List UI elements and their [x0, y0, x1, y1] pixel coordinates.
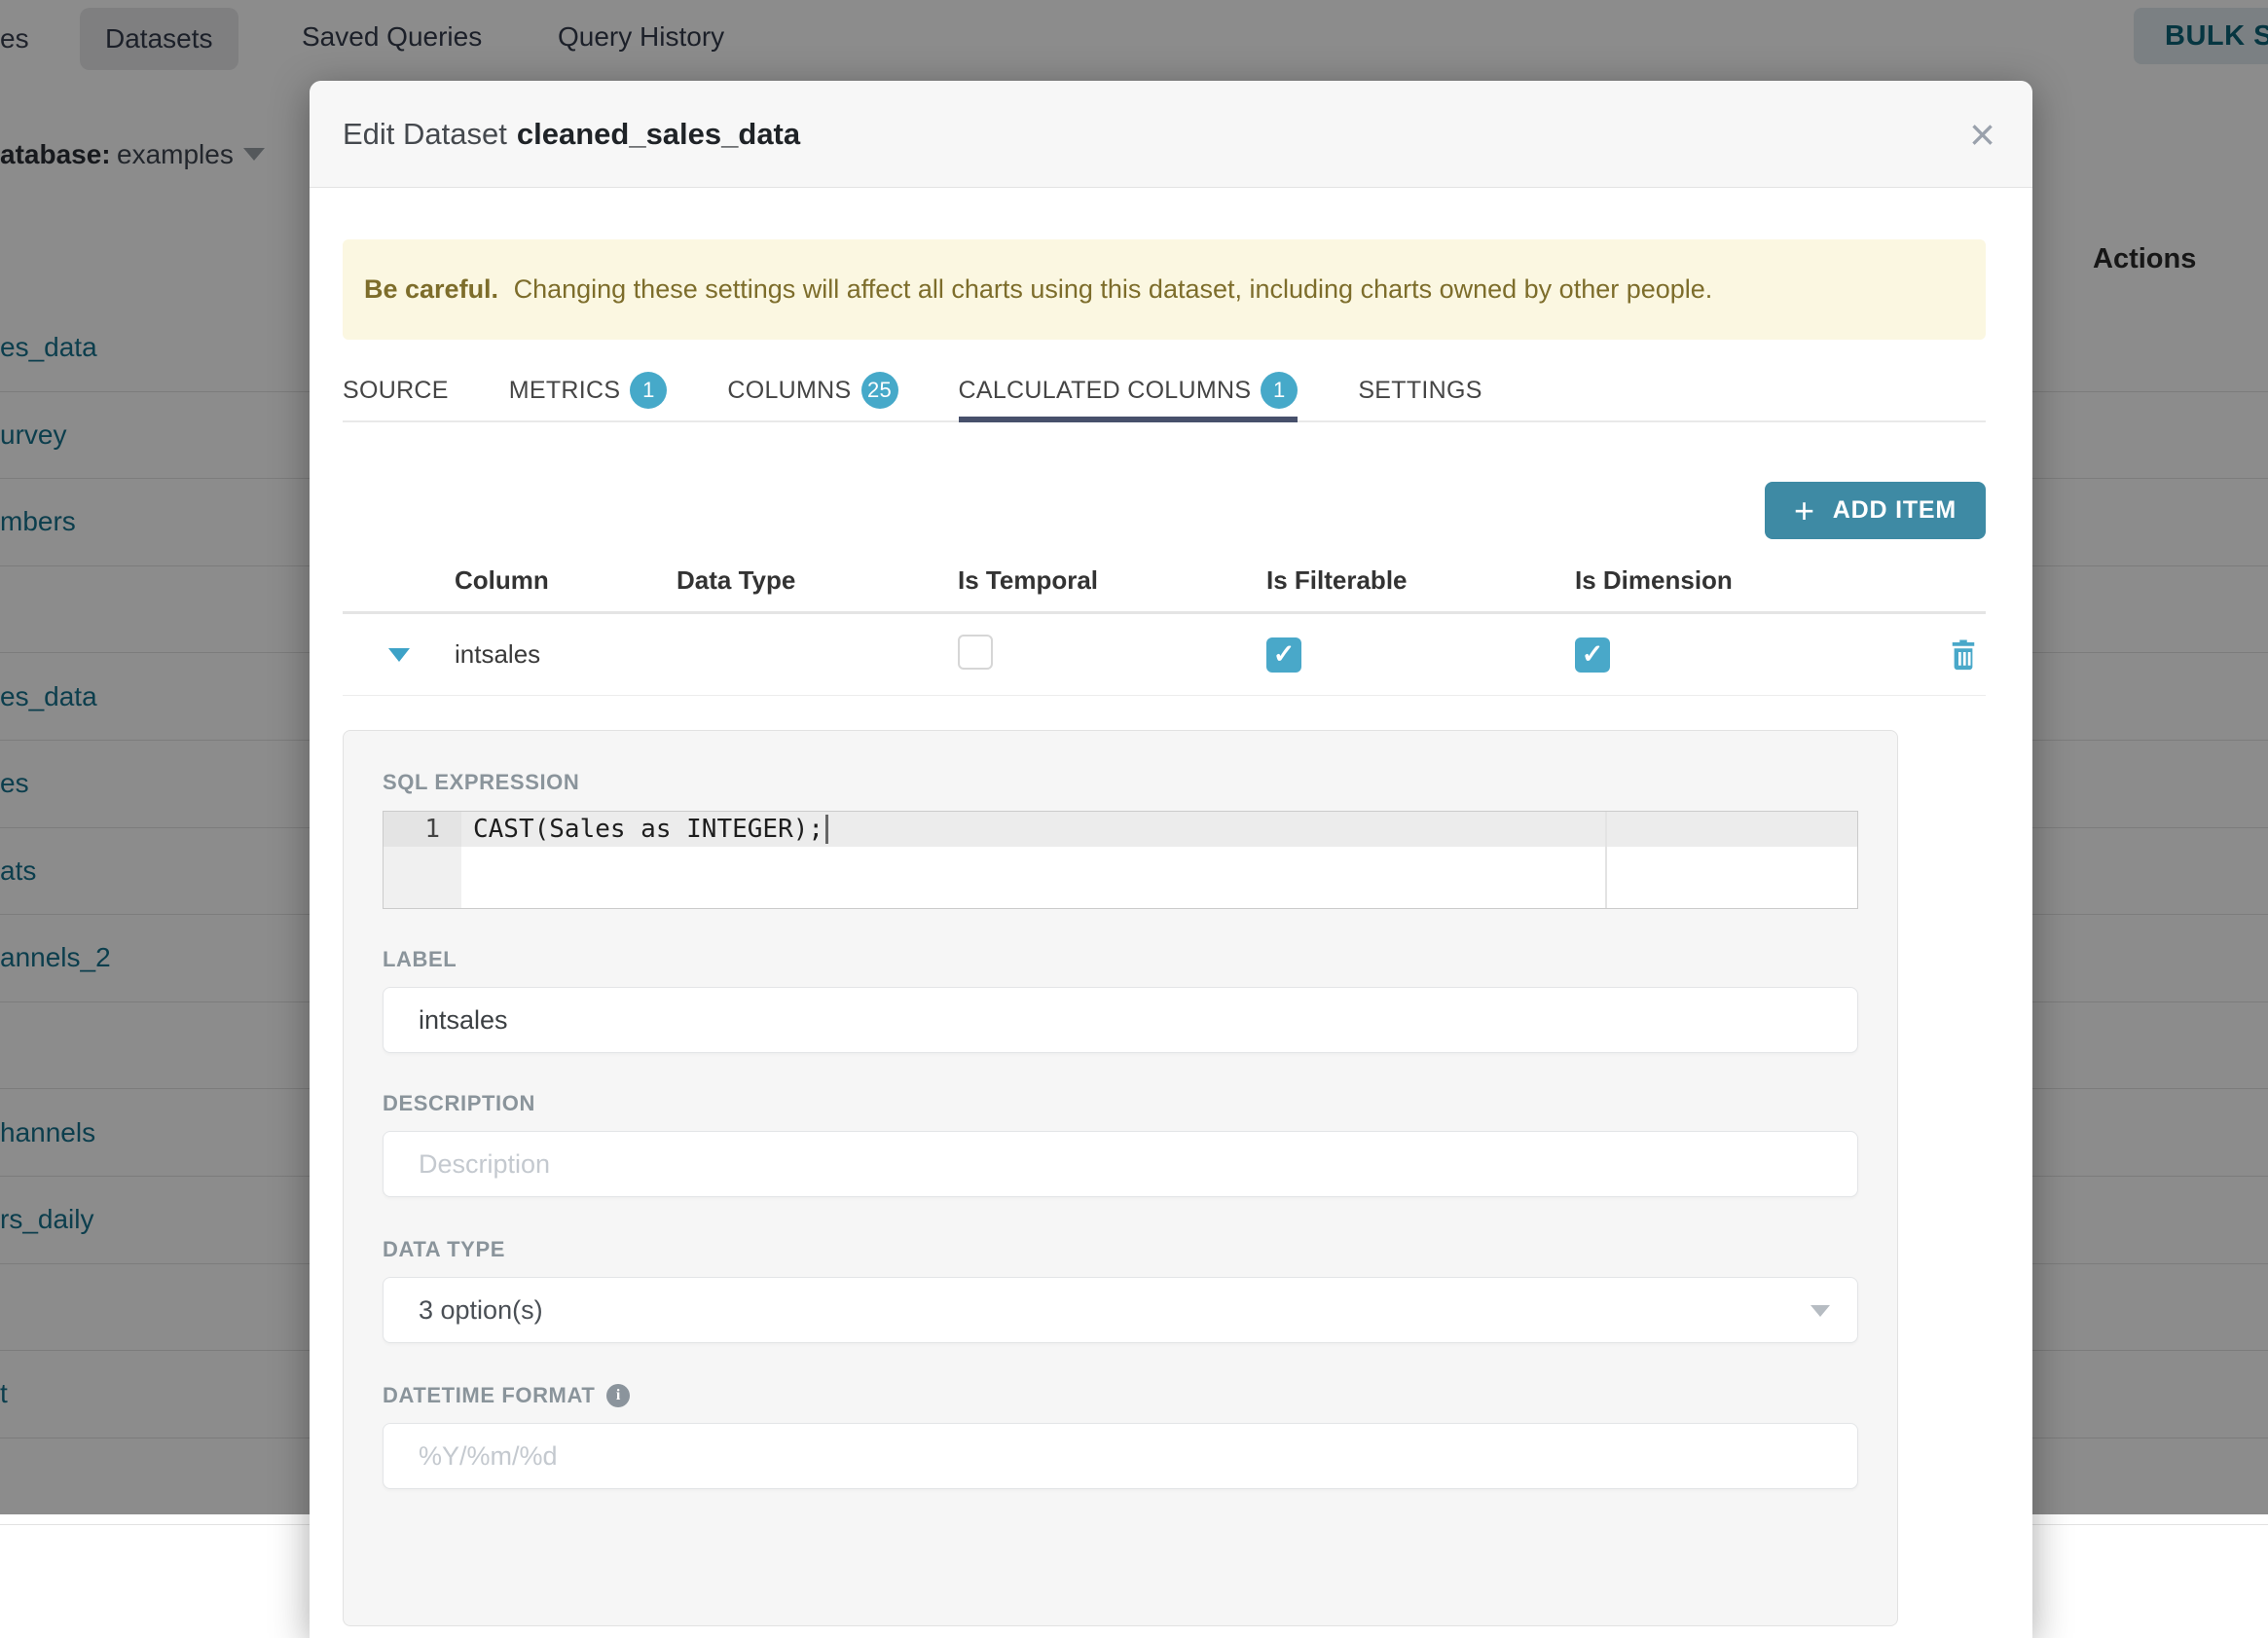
description-field-label: DESCRIPTION	[383, 1091, 535, 1115]
warning-bold-text: Be careful.	[364, 274, 499, 304]
modal-tab-bar: SOURCE METRICS 1 COLUMNS 25 CALCULATED C…	[343, 360, 1986, 422]
tab-columns[interactable]: COLUMNS 25	[727, 360, 898, 420]
columns-count-badge: 25	[860, 372, 898, 409]
calculated-column-row: intsales	[343, 614, 1986, 696]
column-name: intsales	[455, 639, 541, 669]
data-type-select[interactable]: 3 option(s)	[383, 1277, 1858, 1343]
header-data-type: Data Type	[677, 564, 796, 595]
is-dimension-checkbox[interactable]	[1575, 637, 1610, 673]
modal-body: Be careful. Changing these settings will…	[310, 239, 2032, 1626]
header-is-temporal: Is Temporal	[958, 564, 1099, 595]
tab-calculated-columns[interactable]: CALCULATED COLUMNS 1	[958, 360, 1299, 422]
delete-column-button[interactable]	[1941, 638, 1986, 671]
datetime-format-field-label-row: DATETIME FORMAT i	[383, 1383, 1858, 1408]
calculated-columns-count-badge: 1	[1261, 372, 1299, 409]
metrics-count-badge: 1	[630, 372, 668, 409]
tab-settings[interactable]: SETTINGS	[1358, 360, 1482, 420]
add-item-row: + ADD ITEM	[343, 482, 1986, 539]
editor-print-margin	[1605, 812, 1607, 908]
tab-label: SETTINGS	[1358, 376, 1482, 404]
text-cursor	[825, 815, 828, 844]
header-is-filterable: Is Filterable	[1266, 564, 1408, 595]
add-item-button[interactable]: + ADD ITEM	[1764, 482, 1986, 539]
warning-banner: Be careful. Changing these settings will…	[343, 239, 1986, 340]
data-type-value: 3 option(s)	[419, 1294, 543, 1325]
tab-label: COLUMNS	[727, 376, 852, 404]
tab-label: SOURCE	[343, 376, 449, 404]
tab-source[interactable]: SOURCE	[343, 360, 449, 420]
modal-title: Edit Dataset cleaned_sales_data	[343, 117, 800, 152]
trash-icon	[1952, 639, 1975, 671]
modal-header: Edit Dataset cleaned_sales_data ×	[310, 81, 2032, 188]
header-is-dimension: Is Dimension	[1575, 564, 1733, 595]
editor-line-number: 1	[384, 812, 461, 847]
sql-code-editor[interactable]: 1 CAST(Sales as INTEGER);	[383, 811, 1858, 909]
modal-title-prefix: Edit Dataset	[343, 116, 507, 151]
chevron-down-icon	[1811, 1305, 1830, 1317]
datetime-format-label: DATETIME FORMAT	[383, 1383, 596, 1407]
close-icon[interactable]: ×	[1969, 112, 1995, 157]
header-column: Column	[455, 564, 549, 595]
tab-metrics[interactable]: METRICS 1	[509, 360, 668, 420]
sql-expression-label: SQL EXPRESSION	[383, 770, 580, 794]
add-item-label: ADD ITEM	[1832, 496, 1957, 524]
tab-label: METRICS	[508, 376, 621, 404]
tab-label: CALCULATED COLUMNS	[958, 376, 1252, 404]
warning-text: Changing these settings will affect all …	[513, 274, 1713, 304]
datetime-format-input[interactable]	[383, 1423, 1858, 1489]
edit-dataset-modal: Edit Dataset cleaned_sales_data × Be care…	[310, 81, 2032, 1638]
sql-code-text: CAST(Sales as INTEGER);	[473, 815, 824, 844]
column-editor-panel: SQL EXPRESSION 1 CAST(Sales as INTEGER);…	[343, 730, 1898, 1626]
label-field-label: LABEL	[383, 947, 457, 971]
info-icon[interactable]: i	[606, 1384, 631, 1407]
collapse-row-button[interactable]	[343, 647, 455, 662]
is-filterable-checkbox[interactable]	[1266, 637, 1301, 673]
description-input[interactable]	[383, 1131, 1858, 1197]
calculated-columns-header-row: Column Data Type Is Temporal Is Filterab…	[343, 549, 1986, 614]
caret-down-icon	[387, 647, 410, 662]
is-temporal-checkbox[interactable]	[958, 635, 993, 670]
label-input[interactable]	[383, 987, 1858, 1053]
modal-title-dataset-name: cleaned_sales_data	[516, 116, 801, 151]
data-type-field-label: DATA TYPE	[383, 1237, 505, 1261]
sql-expression-code[interactable]: CAST(Sales as INTEGER);	[473, 812, 828, 847]
